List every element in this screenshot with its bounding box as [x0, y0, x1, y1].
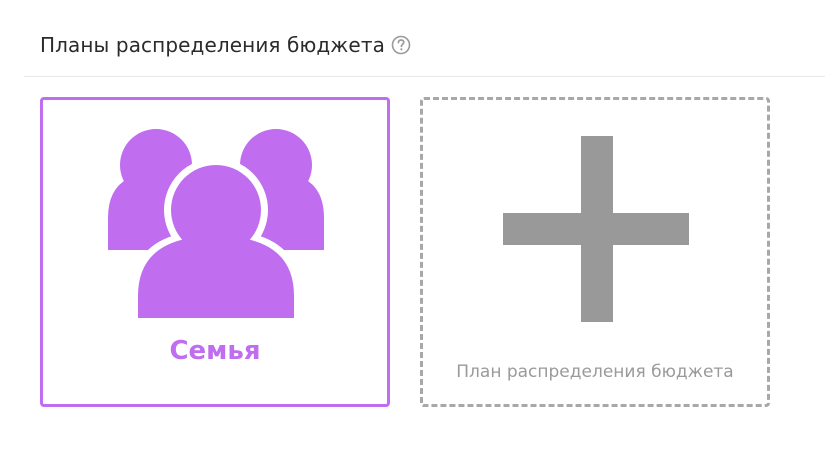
section-header: Планы распределения бюджета	[40, 30, 411, 60]
question-circle-icon[interactable]	[391, 35, 411, 55]
add-plan-label: План распределения бюджета	[456, 362, 734, 382]
add-plan-card[interactable]: План распределения бюджета	[420, 97, 770, 407]
header-divider	[24, 76, 825, 77]
page-title: Планы распределения бюджета	[40, 33, 385, 57]
family-group-icon	[106, 118, 326, 338]
plan-card-family[interactable]: Семья	[40, 97, 390, 407]
plus-icon	[503, 136, 689, 322]
plan-label: Семья	[169, 336, 261, 366]
budget-plans-page: Планы распределения бюджета Семья План р…	[0, 0, 825, 459]
